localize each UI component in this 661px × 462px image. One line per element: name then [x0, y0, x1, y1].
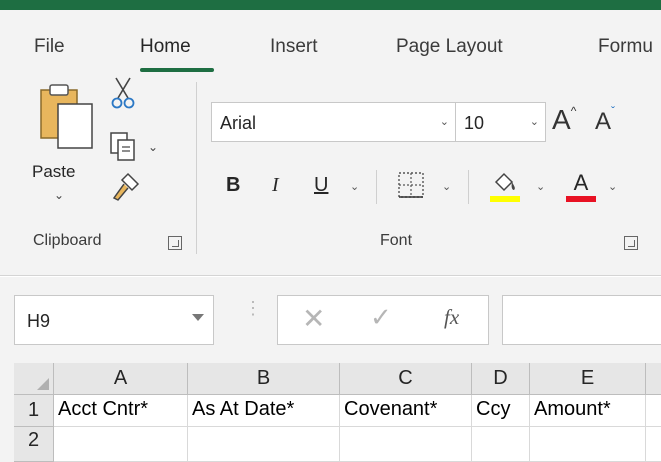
- format-painter-icon[interactable]: [108, 170, 142, 209]
- font-name-select[interactable]: Arial ⌄: [211, 102, 456, 142]
- name-box-value: H9: [27, 311, 51, 331]
- tab-page-layout[interactable]: Page Layout: [396, 36, 503, 58]
- caret-down-icon: ˇ: [611, 104, 616, 118]
- caret-up-icon: ^: [570, 104, 577, 118]
- column-header-b[interactable]: B: [188, 363, 340, 395]
- row-header-2[interactable]: 2: [14, 427, 54, 462]
- cell-a1[interactable]: Acct Cntr*: [54, 395, 188, 427]
- underline-button[interactable]: U: [314, 174, 328, 197]
- formula-input[interactable]: [502, 295, 661, 345]
- column-header-c[interactable]: C: [340, 363, 472, 395]
- grid-left-margin: [0, 363, 14, 462]
- row-header-1[interactable]: 1: [14, 395, 54, 427]
- toolbar-divider: [468, 170, 469, 204]
- underline-chevron-icon[interactable]: ⌄: [350, 180, 359, 193]
- paste-dropdown-chevron-icon[interactable]: ⌄: [54, 188, 64, 202]
- tab-insert[interactable]: Insert: [270, 36, 318, 58]
- column-header-next[interactable]: [646, 363, 661, 395]
- cell-b1[interactable]: As At Date*: [188, 395, 340, 427]
- font-color-button[interactable]: A: [566, 170, 596, 202]
- font-size-value: 10: [464, 113, 485, 133]
- increase-font-size-button[interactable]: A^: [552, 104, 576, 136]
- cell-e1[interactable]: Amount*: [530, 395, 646, 427]
- insert-function-icon[interactable]: fx: [444, 305, 459, 330]
- cut-icon[interactable]: [110, 76, 136, 115]
- font-size-select[interactable]: 10 ⌄: [456, 102, 546, 142]
- cell-d1[interactable]: Ccy: [472, 395, 530, 427]
- fill-color-icon: [490, 172, 520, 202]
- tab-home[interactable]: Home: [140, 36, 191, 58]
- cell-f2[interactable]: [646, 427, 661, 462]
- group-divider: [196, 82, 197, 254]
- font-size-chevron-icon: ⌄: [529, 116, 539, 128]
- borders-button[interactable]: [396, 170, 426, 206]
- fill-color-chevron-icon[interactable]: ⌄: [536, 180, 545, 193]
- cell-a2[interactable]: [54, 427, 188, 462]
- tab-formulas[interactable]: Formu: [598, 36, 653, 58]
- fill-color-button[interactable]: [488, 168, 522, 210]
- column-header-a[interactable]: A: [54, 363, 188, 395]
- decrease-font-size-button[interactable]: Aˇ: [595, 104, 615, 136]
- column-header-d[interactable]: D: [472, 363, 530, 395]
- cell-c1[interactable]: Covenant*: [340, 395, 472, 427]
- font-color-chevron-icon[interactable]: ⌄: [608, 180, 617, 193]
- font-name-chevron-icon: ⌄: [439, 116, 449, 128]
- cell-f1[interactable]: [646, 395, 661, 427]
- select-all-button[interactable]: [14, 363, 54, 395]
- copy-icon[interactable]: [108, 130, 140, 167]
- clipboard-group-label: Clipboard: [33, 232, 102, 249]
- italic-button[interactable]: I: [272, 174, 279, 197]
- font-color-swatch: [566, 196, 596, 202]
- enter-icon[interactable]: ✓: [370, 302, 392, 333]
- font-name-value: Arial: [220, 113, 257, 133]
- paste-button[interactable]: Paste ⌄: [20, 76, 96, 216]
- column-header-e[interactable]: E: [530, 363, 646, 395]
- paste-label: Paste: [32, 162, 76, 181]
- font-group-label: Font: [380, 232, 413, 249]
- copy-dropdown-chevron-icon[interactable]: ⌄: [148, 140, 158, 154]
- cell-c2[interactable]: [340, 427, 472, 462]
- active-tab-indicator: [140, 68, 214, 72]
- cancel-icon[interactable]: ✕: [302, 302, 325, 335]
- cell-b2[interactable]: [188, 427, 340, 462]
- shrink-font-letter: A: [595, 108, 612, 135]
- title-bar-strip: [0, 0, 661, 12]
- name-box-dropdown-icon[interactable]: [192, 314, 204, 321]
- tab-file[interactable]: File: [34, 36, 65, 58]
- font-color-letter: A: [573, 170, 589, 195]
- worksheet-grid: A B C D E 1 Acct Cntr* As At Date* Coven…: [0, 363, 661, 462]
- bold-button[interactable]: B: [226, 174, 240, 197]
- cell-d2[interactable]: [472, 427, 530, 462]
- name-box[interactable]: H9: [14, 295, 214, 345]
- formula-bar-grip-icon[interactable]: ⋮: [244, 299, 262, 317]
- cell-e2[interactable]: [530, 427, 646, 462]
- borders-chevron-icon[interactable]: ⌄: [442, 180, 451, 193]
- borders-icon: [398, 172, 424, 198]
- toolbar-divider: [376, 170, 377, 204]
- grow-font-letter: A: [552, 104, 571, 135]
- ribbon-tabs: File Home Insert Page Layout Formu: [0, 12, 661, 74]
- font-launcher-icon[interactable]: [624, 236, 638, 250]
- clipboard-launcher-icon[interactable]: [168, 236, 182, 250]
- paste-icon: [38, 82, 96, 157]
